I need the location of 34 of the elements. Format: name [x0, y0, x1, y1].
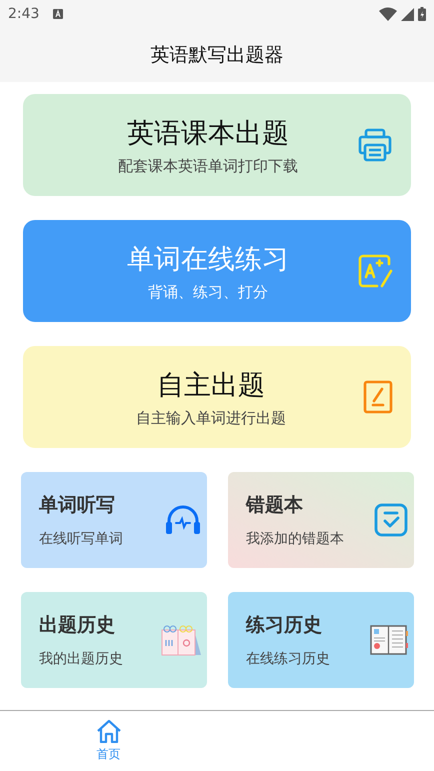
- card-subtitle: 在线练习历史: [246, 650, 331, 668]
- feature-card[interactable]: 练习历史 在线练习历史: [228, 592, 414, 688]
- app-title: 英语默写出题器: [150, 43, 284, 68]
- wifi-icon: [379, 7, 397, 21]
- card-subtitle: 配套课本英语单词打印下载: [118, 156, 298, 176]
- card-subtitle: 背诵、练习、打分: [148, 282, 268, 302]
- card-title: 错题本: [246, 493, 304, 518]
- card-title: 出题历史: [39, 613, 116, 638]
- battery-icon: [418, 7, 426, 21]
- letter-edit-icon: [357, 253, 393, 289]
- signal-icon: [401, 8, 414, 20]
- home-icon: [96, 719, 122, 743]
- checklist-icon: [374, 503, 408, 537]
- card-title: 练习历史: [246, 613, 323, 638]
- card-title: 自主出题: [157, 368, 265, 402]
- edit-icon: [363, 380, 393, 414]
- card-subtitle: 自主输入单词进行出题: [136, 408, 286, 428]
- printer-icon: [357, 127, 393, 163]
- keyboard-notification-icon: [53, 9, 64, 19]
- feature-card[interactable]: 错题本 我添加的错题本: [228, 472, 414, 568]
- headphones-icon: [165, 504, 201, 536]
- card-title: 英语课本出题: [127, 116, 289, 150]
- card-title: 单词听写: [39, 493, 116, 518]
- status-time: 2:43: [8, 6, 40, 22]
- feature-card[interactable]: 英语课本出题 配套课本英语单词打印下载: [23, 94, 411, 196]
- card-subtitle: 在线听写单词: [39, 530, 124, 548]
- card-title: 单词在线练习: [127, 242, 289, 276]
- calendar-drawing: [161, 624, 201, 656]
- feature-card[interactable]: 自主出题 自主输入单词进行出题: [23, 346, 411, 448]
- notebook-drawing: [370, 625, 408, 655]
- card-subtitle: 我的出题历史: [39, 650, 124, 668]
- feature-card[interactable]: 出题历史 我的出题历史: [21, 592, 207, 688]
- feature-card[interactable]: 单词听写 在线听写单词: [21, 472, 207, 568]
- card-subtitle: 我添加的错题本: [246, 530, 345, 548]
